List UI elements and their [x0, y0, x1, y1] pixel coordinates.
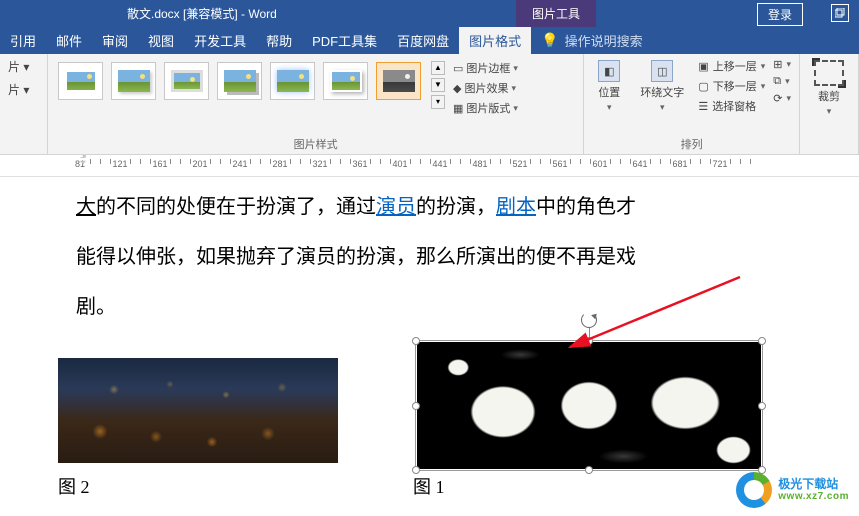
resize-handle-tl[interactable]: [412, 337, 420, 345]
indent-marker[interactable]: [78, 155, 88, 165]
align-button[interactable]: ⊞▾: [773, 58, 791, 71]
rotate-icon: ⟳: [773, 92, 782, 105]
login-button[interactable]: 登录: [757, 3, 803, 26]
image-figure-1-selection[interactable]: [413, 338, 765, 473]
style-thumb-2[interactable]: [111, 62, 156, 100]
ribbon-tabs: 引用 邮件 审阅 视图 开发工具 帮助 PDF工具集 百度网盘 图片格式 💡 操…: [0, 27, 859, 54]
send-backward-icon: ▢: [698, 80, 708, 93]
send-backward-button[interactable]: ▢ 下移一层 ▾: [698, 78, 765, 94]
watermark-url: www.xz7.com: [778, 491, 849, 503]
picture-style-gallery[interactable]: [56, 58, 423, 104]
picture-effects-button[interactable]: ◆ 图片效果▾: [453, 80, 518, 96]
hyperlink-script[interactable]: 剧本: [496, 196, 536, 218]
group-arrange: ◧ 位置 ▾ ◫ 环绕文字 ▾ ▣ 上移一层 ▾ ▢ 下移一层 ▾ ☰: [584, 54, 800, 154]
adjust-item-1[interactable]: 片 ▾: [8, 58, 39, 75]
body-text-line1: 大的不同的处便在于扮演了，通过演员的扮演，剧本中的角色才: [76, 183, 706, 231]
title-bar: 散文.docx [兼容模式] - Word 图片工具 登录: [0, 0, 859, 27]
group-picture-styles: ▲ ▼ ▾ ▭ 图片边框▾ ◆ 图片效果▾ ▦ 图片版式▾ 图片样式: [48, 54, 584, 154]
rotate-handle[interactable]: [581, 312, 597, 339]
group-size: 裁剪 ▾: [800, 54, 859, 154]
caption-figure-1: 图 1: [413, 473, 445, 499]
group-icon: ⧉: [773, 75, 781, 88]
wrap-text-icon: ◫: [651, 60, 673, 82]
tab-view[interactable]: 视图: [138, 27, 184, 54]
group-adjust: 片 ▾ 片 ▾: [0, 54, 48, 154]
style-thumb-5[interactable]: [270, 62, 315, 100]
group-styles-label: 图片样式: [56, 136, 575, 154]
group-adjust-label: [8, 152, 39, 154]
picture-border-icon: ▭: [453, 62, 463, 75]
picture-style-options: ▭ 图片边框▾ ◆ 图片效果▾ ▦ 图片版式▾: [453, 58, 518, 118]
context-tab-picture-tools[interactable]: 图片工具: [516, 0, 596, 27]
bring-forward-button[interactable]: ▣ 上移一层 ▾: [698, 58, 765, 74]
align-icon: ⊞: [773, 58, 782, 71]
body-text-line3: 剧。: [76, 283, 706, 331]
tab-review[interactable]: 审阅: [92, 27, 138, 54]
resize-handle-bm[interactable]: [585, 466, 593, 474]
resize-handle-tm[interactable]: [585, 337, 593, 345]
tab-picture-format[interactable]: 图片格式: [459, 27, 531, 54]
selection-border: [415, 340, 763, 471]
restore-window-button[interactable]: [831, 4, 849, 22]
body-text-line2: 能得以伸张，如果抛弃了演员的扮演，那么所演出的便不再是戏: [76, 233, 706, 281]
watermark-name: 极光下载站: [778, 477, 849, 491]
style-thumb-7-selected[interactable]: [376, 62, 421, 100]
style-thumb-1[interactable]: [58, 62, 103, 100]
group-button[interactable]: ⧉▾: [773, 75, 791, 88]
rotate-button[interactable]: ⟳▾: [773, 92, 791, 105]
tab-developer[interactable]: 开发工具: [184, 27, 256, 54]
position-button[interactable]: ◧ 位置 ▾: [592, 58, 626, 115]
image-figure-2[interactable]: [58, 358, 338, 463]
group-size-label: [808, 152, 850, 154]
lightbulb-icon: 💡: [541, 32, 558, 49]
watermark: 极光下载站 www.xz7.com: [736, 472, 849, 508]
style-thumb-3[interactable]: [164, 62, 209, 100]
tab-mailings[interactable]: 邮件: [46, 27, 92, 54]
gallery-scroll-down[interactable]: ▼: [431, 78, 445, 92]
gallery-more[interactable]: ▾: [431, 95, 445, 109]
group-arrange-label: 排列: [592, 136, 791, 154]
style-thumb-4[interactable]: [217, 62, 262, 100]
position-icon: ◧: [598, 60, 620, 82]
tell-me-label: 操作说明搜索: [565, 31, 643, 50]
tab-references[interactable]: 引用: [0, 27, 46, 54]
ribbon: 片 ▾ 片 ▾ ▲ ▼ ▾ ▭ 图片边框▾: [0, 54, 859, 155]
wrap-text-button[interactable]: ◫ 环绕文字 ▾: [634, 58, 690, 115]
style-thumb-6[interactable]: [323, 62, 368, 100]
resize-handle-ml[interactable]: [412, 402, 420, 410]
resize-handle-tr[interactable]: [758, 337, 766, 345]
tab-baidu-netdisk[interactable]: 百度网盘: [387, 27, 459, 54]
document-title: 散文.docx [兼容模式] - Word: [127, 5, 277, 22]
gallery-scroll-up[interactable]: ▲: [431, 61, 445, 75]
horizontal-ruler[interactable]: 8112116120124128132136140144148152156160…: [0, 155, 859, 177]
resize-handle-mr[interactable]: [758, 402, 766, 410]
selection-pane-icon: ☰: [698, 100, 708, 113]
caption-figure-2: 图 2: [58, 473, 90, 499]
document-canvas[interactable]: 大的不同的处便在于扮演了，通过演员的扮演，剧本中的角色才 能得以伸张，如果抛弃了…: [0, 177, 859, 516]
tab-help[interactable]: 帮助: [256, 27, 302, 54]
selection-pane-button[interactable]: ☰ 选择窗格: [698, 98, 765, 114]
tell-me-search[interactable]: 💡 操作说明搜索: [531, 27, 652, 54]
picture-effects-icon: ◆: [453, 82, 461, 95]
picture-layout-icon: ▦: [453, 102, 463, 115]
crop-button[interactable]: 裁剪 ▾: [808, 58, 850, 119]
adjust-item-2[interactable]: 片 ▾: [8, 81, 39, 98]
picture-layout-button[interactable]: ▦ 图片版式▾: [453, 100, 518, 116]
hyperlink-actor[interactable]: 演员: [376, 196, 416, 218]
watermark-logo-icon: [736, 472, 772, 508]
crop-icon: [814, 60, 844, 86]
tab-pdf-tools[interactable]: PDF工具集: [302, 27, 387, 54]
bring-forward-icon: ▣: [698, 60, 708, 73]
picture-border-button[interactable]: ▭ 图片边框▾: [453, 60, 518, 76]
